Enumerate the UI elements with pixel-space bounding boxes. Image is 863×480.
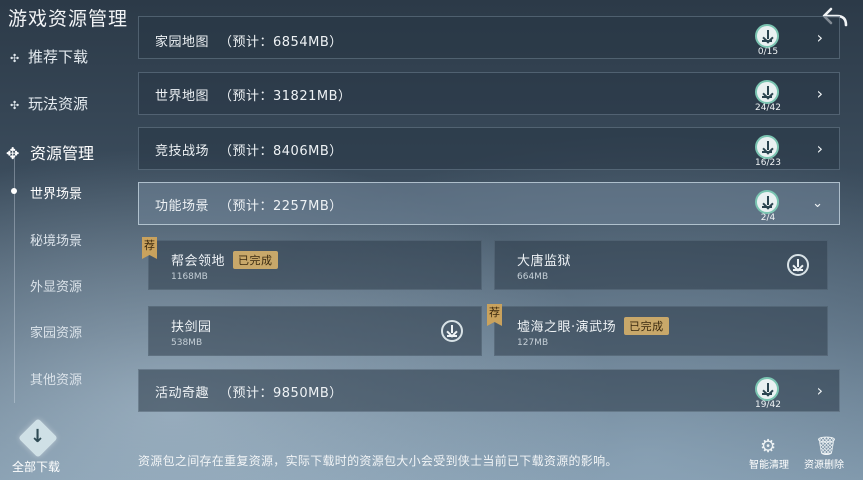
download-all-button[interactable]: ↓ 全部下载 (10, 418, 64, 476)
sidebar-item-recommended[interactable]: ✣ 推荐下载 (10, 46, 88, 67)
sidebar-item-gameplay[interactable]: ✣ 玩法资源 (10, 93, 88, 114)
sidebar-item-label: 资源管理 (30, 144, 95, 163)
download-icon[interactable] (755, 24, 779, 48)
chevron-down-icon[interactable]: ⌄ (812, 196, 823, 211)
row-title: 功能场景 （预计：2257MB） (155, 199, 343, 214)
row-title: 竞技战场 （预计：8406MB） (155, 144, 343, 159)
sidebar-item-resource-management[interactable]: ✥ 资源管理 (6, 140, 94, 164)
diamond-icon: ✣ (10, 52, 20, 65)
download-all-label: 全部下载 (12, 460, 61, 474)
download-icon[interactable] (755, 377, 779, 401)
resource-row-activity[interactable]: 活动奇趣 （预计：9850MB） 19/42 › (138, 369, 840, 412)
delete-resource-label: 资源删除 (804, 460, 844, 471)
resource-row-function-scene[interactable]: 功能场景 （预计：2257MB） 2/4 ⌄ (138, 182, 840, 225)
download-icon[interactable] (755, 80, 779, 104)
chevron-right-icon: › (816, 139, 823, 158)
download-icon[interactable] (441, 320, 463, 342)
resource-card-guild-territory[interactable]: 帮会领地 已完成 1168MB (148, 240, 482, 290)
chevron-right-icon: › (816, 381, 823, 400)
sidebar-subitem-secret[interactable]: 秘境场景 (30, 230, 82, 249)
sidebar-item-label: 推荐下载 (28, 48, 89, 66)
gear-icon: ⚙ (760, 436, 777, 457)
diamond-icon: ✣ (10, 99, 20, 112)
completed-badge: 已完成 (233, 251, 278, 269)
download-icon[interactable] (787, 254, 809, 276)
row-title: 世界地图 （预计：31821MB） (155, 89, 352, 104)
sidebar-subitem-other[interactable]: 其他资源 (30, 369, 82, 388)
smart-clean-button[interactable]: ⚙ 智能清理 (741, 436, 797, 476)
card-title: 墟海之眼·演武场 已完成 (517, 316, 669, 335)
download-count: 19/42 (755, 400, 781, 410)
down-arrow-icon: ↓ (30, 426, 46, 447)
row-title: 家园地图 （预计：6854MB） (155, 35, 343, 50)
resource-row-arena[interactable]: 竞技战场 （预计：8406MB） 16/23 › (138, 127, 840, 170)
smart-clean-label: 智能清理 (749, 460, 789, 471)
row-title: 活动奇趣 （预计：9850MB） (155, 386, 343, 401)
cross-ornament-icon: ✥ (6, 144, 20, 163)
delete-resource-button[interactable]: 🗑 资源删除 (796, 436, 852, 476)
sidebar-subitem-world[interactable]: 世界场景 (30, 183, 82, 202)
current-indicator-dot (11, 188, 17, 194)
download-icon[interactable] (755, 135, 779, 159)
card-size: 538MB (171, 338, 203, 348)
download-count: 24/42 (755, 103, 781, 113)
chevron-right-icon: › (816, 84, 823, 103)
trash-icon: 🗑 (815, 436, 838, 457)
size-notice: 资源包之间存在重复资源，实际下载时的资源包大小会受到侠士当前已下载资源的影响。 (138, 454, 618, 468)
card-size: 1168MB (171, 272, 208, 282)
card-title: 扶剑园 (171, 320, 212, 335)
sidebar-item-label: 玩法资源 (28, 95, 89, 113)
resource-card-sea-eye-arena[interactable]: 墟海之眼·演武场 已完成 127MB (494, 306, 828, 356)
download-count: 2/4 (760, 213, 776, 223)
card-title: 帮会领地 已完成 (171, 250, 278, 269)
resource-card-fujian-garden[interactable]: 扶剑园 538MB (148, 306, 482, 356)
resource-card-tang-prison[interactable]: 大唐监狱 664MB (494, 240, 828, 290)
card-title: 大唐监狱 (517, 254, 572, 269)
sidebar-subitem-home[interactable]: 家园资源 (30, 322, 82, 341)
resource-row-world-map[interactable]: 世界地图 （预计：31821MB） 24/42 › (138, 72, 840, 115)
page-title: 游戏资源管理 (8, 8, 129, 30)
download-count: 0/15 (757, 47, 779, 57)
download-icon[interactable] (755, 190, 779, 214)
card-size: 127MB (517, 338, 549, 348)
card-size: 664MB (517, 272, 549, 282)
sidebar-subitem-appearance[interactable]: 外显资源 (30, 276, 82, 295)
download-count: 16/23 (755, 158, 781, 168)
chevron-right-icon: › (816, 28, 823, 47)
completed-badge: 已完成 (624, 317, 669, 335)
resource-row-home-map[interactable]: 家园地图 （预计：6854MB） 0/15 › (138, 16, 840, 59)
